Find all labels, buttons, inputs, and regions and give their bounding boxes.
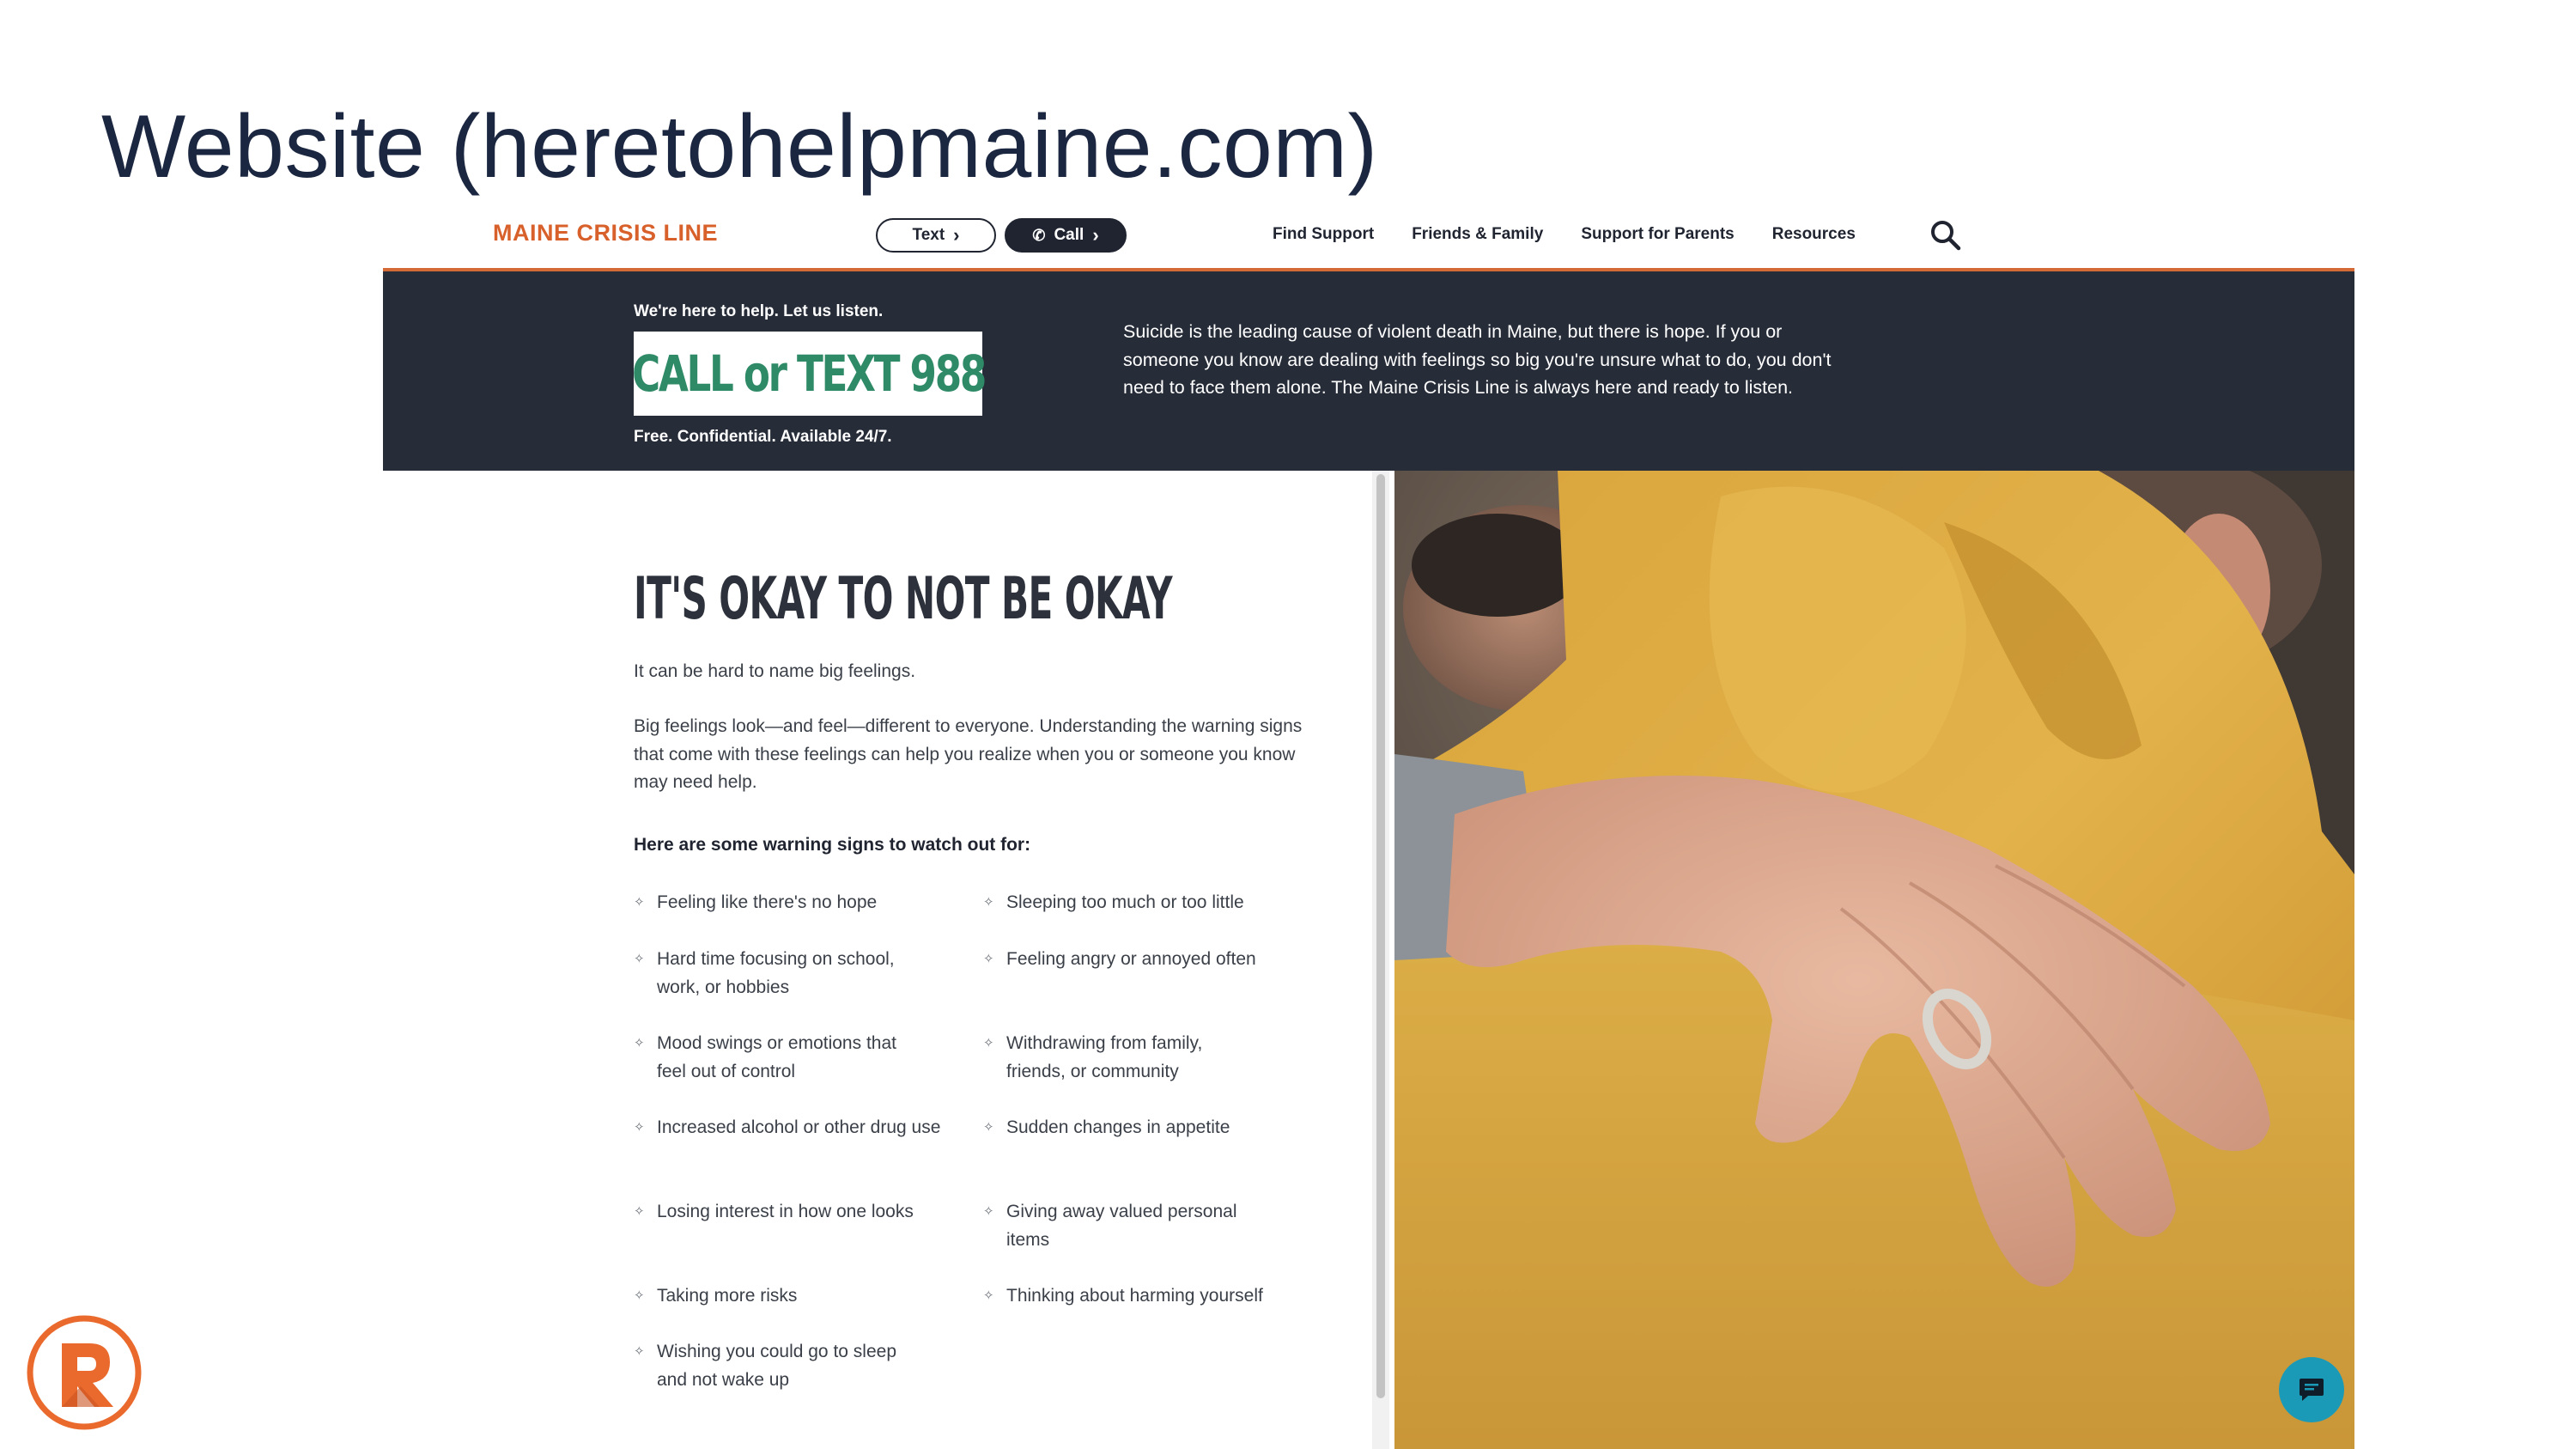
- diamond-bullet-icon: ✧: [983, 1120, 994, 1135]
- list-item: ✧ Hard time focusing on school, work, or …: [634, 945, 917, 1002]
- nav-resources[interactable]: Resources: [1772, 225, 1856, 244]
- list-item-text: Sudden changes in appetite: [1006, 1117, 1230, 1137]
- warning-signs-heading: Here are some warning signs to watch out…: [634, 835, 1031, 855]
- phone-icon: ✆: [1032, 226, 1046, 244]
- diamond-bullet-icon: ✧: [983, 1288, 994, 1303]
- list-item: ✧ Taking more risks: [634, 1282, 960, 1310]
- diamond-bullet-icon: ✧: [983, 895, 994, 910]
- list-item-text: Feeling like there's no hope: [657, 892, 878, 912]
- list-item-text: Losing interest in how one looks: [657, 1202, 914, 1221]
- diamond-bullet-icon: ✧: [983, 1036, 994, 1050]
- list-item: ✧ Sleeping too much or too little: [983, 888, 1318, 916]
- diamond-bullet-icon: ✧: [634, 952, 645, 966]
- chevron-right-icon: ›: [953, 224, 960, 246]
- main-content: IT'S OKAY TO NOT BE OKAY It can be hard …: [383, 471, 1370, 1449]
- intro-text: It can be hard to name big feelings.: [634, 661, 916, 681]
- hero-photo: [1394, 471, 2354, 1449]
- list-item: ✧ Increased alcohol or other drug use: [634, 1113, 943, 1142]
- diamond-bullet-icon: ✧: [634, 895, 645, 910]
- diamond-bullet-icon: ✧: [634, 1036, 645, 1050]
- diamond-bullet-icon: ✧: [634, 1288, 645, 1303]
- chat-icon: [2300, 1379, 2324, 1401]
- slide-title: Website (heretohelpmaine.com): [101, 97, 1378, 197]
- diamond-bullet-icon: ✧: [634, 1120, 645, 1135]
- hero-banner: We're here to help. Let us listen. CALL …: [383, 271, 2354, 471]
- search-icon[interactable]: [1929, 218, 1963, 253]
- diamond-bullet-icon: ✧: [634, 1204, 645, 1219]
- nav-find-support[interactable]: Find Support: [1273, 225, 1374, 244]
- list-item-text: Hard time focusing on school, work, or h…: [657, 949, 895, 997]
- list-item: ✧ Withdrawing from family, friends, or co…: [983, 1029, 1241, 1086]
- chevron-right-icon: ›: [1092, 224, 1099, 246]
- main-nav: Find Support Friends & Family Support fo…: [1273, 198, 1856, 271]
- nav-friends-family[interactable]: Friends & Family: [1412, 225, 1543, 244]
- list-item-text: Mood swings or emotions that feel out of…: [657, 1033, 896, 1081]
- list-item-text: Wishing you could go to sleep and not wa…: [657, 1342, 896, 1390]
- scrollbar[interactable]: [1372, 471, 1389, 1449]
- section-heading: IT'S OKAY TO NOT BE OKAY: [634, 565, 1173, 633]
- text-button-label: Text: [912, 226, 945, 244]
- list-item: ✧ Feeling like there's no hope: [634, 888, 960, 916]
- site-header: MAINE CRISIS LINE Text › ✆ Call › Find S…: [383, 198, 2354, 271]
- diamond-bullet-icon: ✧: [983, 952, 994, 966]
- website-screenshot: MAINE CRISIS LINE Text › ✆ Call › Find S…: [383, 198, 2354, 1449]
- banner-kicker: We're here to help. Let us listen.: [634, 302, 884, 320]
- call-button[interactable]: ✆ Call ›: [1005, 218, 1127, 253]
- call-text-988-box: CALL or TEXT 988: [631, 332, 987, 416]
- list-item: ✧ Wishing you could go to sleep and not w…: [634, 1337, 917, 1394]
- text-button[interactable]: Text ›: [876, 218, 996, 253]
- list-item: ✧ Mood swings or emotions that feel out o…: [634, 1029, 926, 1086]
- list-item-text: Increased alcohol or other drug use: [657, 1117, 941, 1137]
- nav-support-parents[interactable]: Support for Parents: [1581, 225, 1734, 244]
- scrollbar-thumb[interactable]: [1376, 474, 1385, 1398]
- list-item: ✧ Thinking about harming yourself: [983, 1282, 1318, 1310]
- site-logo[interactable]: MAINE CRISIS LINE: [493, 220, 718, 247]
- list-item-text: Giving away valued personal items: [1006, 1202, 1237, 1250]
- presentation-logo-icon: [27, 1315, 142, 1430]
- list-item: ✧ Losing interest in how one looks: [634, 1197, 960, 1226]
- list-item: ✧ Giving away valued personal items: [983, 1197, 1275, 1254]
- list-item-text: Taking more risks: [657, 1286, 798, 1306]
- list-item-text: Sleeping too much or too little: [1006, 892, 1244, 912]
- list-item: ✧ Sudden changes in appetite: [983, 1113, 1318, 1142]
- list-item-text: Withdrawing from family, friends, or com…: [1006, 1033, 1203, 1081]
- chat-button[interactable]: [2279, 1357, 2344, 1422]
- diamond-bullet-icon: ✧: [634, 1344, 645, 1359]
- list-item-text: Feeling angry or annoyed often: [1006, 949, 1256, 969]
- diamond-bullet-icon: ✧: [983, 1204, 994, 1219]
- cta-text: CALL or TEXT 988: [631, 344, 986, 403]
- list-item-text: Thinking about harming yourself: [1006, 1286, 1263, 1306]
- banner-subtext: Free. Confidential. Available 24/7.: [634, 428, 892, 446]
- banner-body: Suicide is the leading cause of violent …: [1123, 321, 1832, 398]
- body-paragraph: Big feelings look—and feel—different to …: [634, 716, 1303, 792]
- embrace-photo-illustration: [1394, 471, 2354, 1449]
- call-button-label: Call: [1054, 226, 1084, 244]
- list-item: ✧ Feeling angry or annoyed often: [983, 945, 1318, 973]
